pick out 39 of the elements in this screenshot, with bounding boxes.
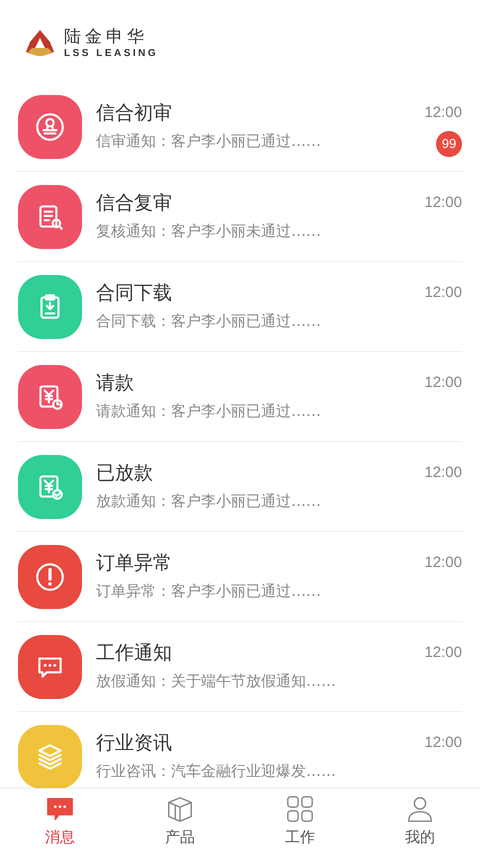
message-preview: 合同下载：客户李小丽已通过……: [96, 312, 322, 331]
message-title: 请款: [96, 372, 135, 396]
message-row[interactable]: 请款 请款通知：客户李小丽已通过…… 12:00: [18, 352, 462, 442]
message-time: 12:00: [424, 103, 462, 123]
message-title: 信合初审: [96, 102, 173, 126]
message-time: 12:00: [424, 463, 462, 483]
message-preview: 复核通知：客户李小丽未通过……: [96, 222, 322, 241]
brand-tagline: LSS LEASING: [64, 49, 158, 59]
message-row[interactable]: 合同下载 合同下载：客户李小丽已通过…… 12:00: [18, 262, 462, 352]
message-time: 12:00: [424, 553, 462, 573]
message-row[interactable]: 工作通知 放假通知：关于端午节放假通知…… 12:00: [18, 622, 462, 712]
message-title: 合同下载: [96, 282, 173, 306]
message-time: 12:00: [424, 283, 462, 303]
brand-name: 陆金申华: [64, 29, 149, 46]
tab-item[interactable]: 工作: [240, 789, 360, 853]
tab-item[interactable]: 消息: [0, 789, 120, 853]
message-preview: 请款通知：客户李小丽已通过……: [96, 402, 322, 421]
message-time: 12:00: [424, 373, 462, 393]
message-preview: 行业咨讯：汽车金融行业迎爆发……: [96, 762, 337, 781]
message-preview: 订单异常：客户李小丽已通过……: [96, 582, 322, 601]
message-preview: 放款通知：客户李小丽已通过……: [96, 492, 322, 511]
message-preview: 放假通知：关于端午节放假通知……: [96, 672, 337, 691]
message-preview: 信审通知：客户李小丽已通过……: [96, 132, 322, 151]
message-time: 12:00: [424, 733, 462, 753]
tab-item[interactable]: 我的: [360, 789, 480, 853]
message-row[interactable]: 信合初审 信审通知：客户李小丽已通过…… 12:00 99: [18, 82, 462, 172]
unread-count: 99: [436, 130, 462, 156]
message-row[interactable]: 订单异常 订单异常：客户李小丽已通过…… 12:00: [18, 532, 462, 622]
message-time: 12:00: [424, 193, 462, 213]
message-row[interactable]: 已放款 放款通知：客户李小丽已通过…… 12:00: [18, 442, 462, 532]
tab-item[interactable]: 产品: [120, 789, 240, 853]
message-title: 已放款: [96, 462, 154, 486]
message-title: 信合复审: [96, 192, 173, 216]
message-title: 工作通知: [96, 642, 173, 666]
grid-icon: [285, 794, 315, 824]
message-title: 行业资讯: [96, 732, 173, 756]
message-time: 12:00: [424, 643, 462, 663]
message-title: 订单异常: [96, 552, 173, 576]
message-row[interactable]: 信合复审 复核通知：客户李小丽未通过…… 12:00: [18, 172, 462, 262]
